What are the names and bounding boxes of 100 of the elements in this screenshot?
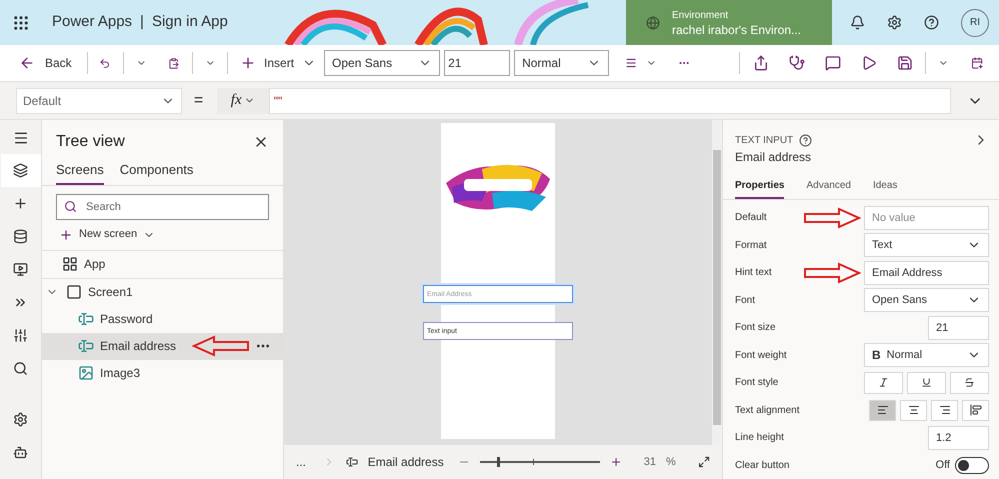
alignment-button[interactable] bbox=[931, 400, 958, 421]
alignment-button[interactable] bbox=[962, 400, 989, 421]
vertical-scrollbar[interactable] bbox=[712, 120, 722, 445]
app-title: Sign in App bbox=[152, 12, 228, 32]
search-icon bbox=[13, 361, 28, 376]
property-label: Default bbox=[735, 211, 768, 226]
search-field[interactable]: Search bbox=[56, 194, 269, 220]
tree-tab[interactable]: Screens bbox=[56, 160, 104, 184]
alignment-button[interactable] bbox=[869, 400, 896, 421]
calendar-plus-icon[interactable] bbox=[970, 55, 984, 71]
sliders-icon bbox=[13, 328, 28, 343]
grid-icon bbox=[62, 256, 78, 272]
align-center-icon bbox=[908, 404, 920, 416]
formula-field[interactable]: "" bbox=[268, 88, 951, 114]
function-button[interactable]: fx bbox=[216, 88, 269, 114]
zoom-slider-thumb[interactable] bbox=[496, 457, 500, 467]
property-input[interactable]: 1.2 bbox=[928, 426, 989, 450]
user-avatar[interactable]: RI bbox=[961, 8, 989, 36]
tree-tab[interactable]: Components bbox=[120, 160, 194, 184]
bold-glyph: B bbox=[872, 347, 881, 364]
new-screen-button[interactable]: New screen bbox=[42, 224, 283, 246]
property-input[interactable]: No value bbox=[864, 206, 989, 230]
strikethrough-icon bbox=[964, 377, 975, 388]
environment-name: rachel irabor's Environ... bbox=[672, 22, 802, 36]
tree-item-label: Screen1 bbox=[88, 284, 133, 301]
help-icon[interactable] bbox=[799, 134, 812, 146]
property-label: Font bbox=[735, 294, 756, 308]
tree-item-label: App bbox=[84, 256, 106, 273]
property-dropdown[interactable]: Open Sans bbox=[864, 288, 989, 312]
tree-item-label: Email address bbox=[100, 338, 176, 355]
insert-button[interactable]: Insert bbox=[240, 54, 316, 72]
tree-item[interactable]: Image3 bbox=[42, 360, 283, 386]
share-icon[interactable] bbox=[753, 55, 770, 71]
toggle-switch[interactable] bbox=[955, 456, 989, 474]
property-label: Font size bbox=[735, 321, 777, 336]
plus-icon bbox=[13, 196, 28, 211]
font-weight-dropdown[interactable]: Normal bbox=[514, 50, 610, 76]
property-dropdown[interactable]: B Normal bbox=[864, 343, 989, 368]
arrow-annotation-icon bbox=[192, 335, 250, 357]
text-input-icon bbox=[346, 455, 358, 469]
arrow-annotation-icon bbox=[803, 262, 862, 284]
properties-tab[interactable]: Ideas bbox=[872, 178, 898, 199]
play-icon[interactable] bbox=[861, 55, 878, 71]
property-label: Format bbox=[735, 238, 768, 253]
font-style-button[interactable] bbox=[907, 372, 946, 394]
align-right-icon bbox=[938, 404, 950, 416]
rail-layers-icon-button[interactable] bbox=[0, 154, 40, 187]
notification-icon[interactable] bbox=[850, 15, 865, 30]
robot-icon bbox=[13, 445, 28, 460]
equals-sign: = bbox=[194, 90, 204, 110]
properties-tab[interactable]: Advanced bbox=[806, 178, 851, 199]
align-left-icon bbox=[876, 404, 888, 416]
property-label: Hint text bbox=[735, 266, 773, 280]
zoom-value: 31 bbox=[644, 454, 656, 470]
zoom-slider[interactable] bbox=[480, 457, 600, 467]
layers-icon bbox=[13, 163, 28, 178]
stethoscope-icon[interactable] bbox=[789, 55, 806, 71]
property-label: Line height bbox=[735, 431, 785, 446]
panel-title: Tree view bbox=[56, 132, 125, 152]
control-name: Email address bbox=[734, 149, 812, 166]
database-icon bbox=[13, 229, 28, 244]
more-button[interactable]: ... bbox=[296, 453, 314, 471]
align-top-icon bbox=[970, 404, 982, 416]
clipboard-icon[interactable] bbox=[168, 56, 180, 70]
control-type: TEXT INPUT bbox=[735, 134, 794, 148]
property-input[interactable]: 21 bbox=[928, 316, 989, 340]
settings-icon[interactable] bbox=[887, 15, 902, 30]
help-icon[interactable] bbox=[924, 15, 939, 30]
toggle-label: Off bbox=[936, 458, 950, 473]
save-icon[interactable] bbox=[897, 55, 914, 71]
fit-screen-icon[interactable] bbox=[698, 455, 710, 469]
font-style-button[interactable] bbox=[950, 372, 989, 394]
text-input-icon bbox=[78, 338, 94, 354]
property-label: Clear button bbox=[735, 458, 790, 473]
alignment-button[interactable] bbox=[900, 400, 927, 421]
property-label: Font weight bbox=[735, 348, 788, 363]
tree-item[interactable]: Screen1 bbox=[42, 278, 283, 306]
zoom-in-icon[interactable] bbox=[610, 455, 622, 469]
globe-icon bbox=[646, 16, 660, 30]
tree-item[interactable]: Password bbox=[42, 306, 283, 332]
zoom-unit: % bbox=[666, 454, 676, 470]
font-dropdown[interactable]: Open Sans bbox=[324, 50, 440, 76]
settings-icon bbox=[13, 412, 28, 427]
app-name: Power Apps bbox=[52, 12, 132, 32]
text-input-icon bbox=[78, 311, 94, 327]
property-dropdown[interactable]: Text bbox=[864, 233, 989, 258]
properties-tab[interactable]: Properties bbox=[735, 178, 784, 199]
font-size-field[interactable]: 21 bbox=[444, 50, 510, 76]
comment-icon[interactable] bbox=[825, 55, 842, 71]
menu-icon[interactable] bbox=[12, 130, 28, 146]
app-launcher-icon[interactable] bbox=[12, 14, 30, 32]
plus-icon bbox=[59, 228, 73, 242]
tree-item-label: Image3 bbox=[100, 365, 140, 382]
property-input[interactable]: Email Address bbox=[864, 260, 989, 285]
search-icon bbox=[64, 200, 77, 212]
back-button[interactable]: Back bbox=[16, 54, 75, 72]
property-dropdown[interactable]: Default bbox=[16, 88, 182, 114]
arrow-annotation-icon bbox=[803, 206, 862, 229]
tree-item[interactable]: App bbox=[42, 250, 283, 278]
tree-item[interactable]: Email address bbox=[42, 332, 283, 360]
